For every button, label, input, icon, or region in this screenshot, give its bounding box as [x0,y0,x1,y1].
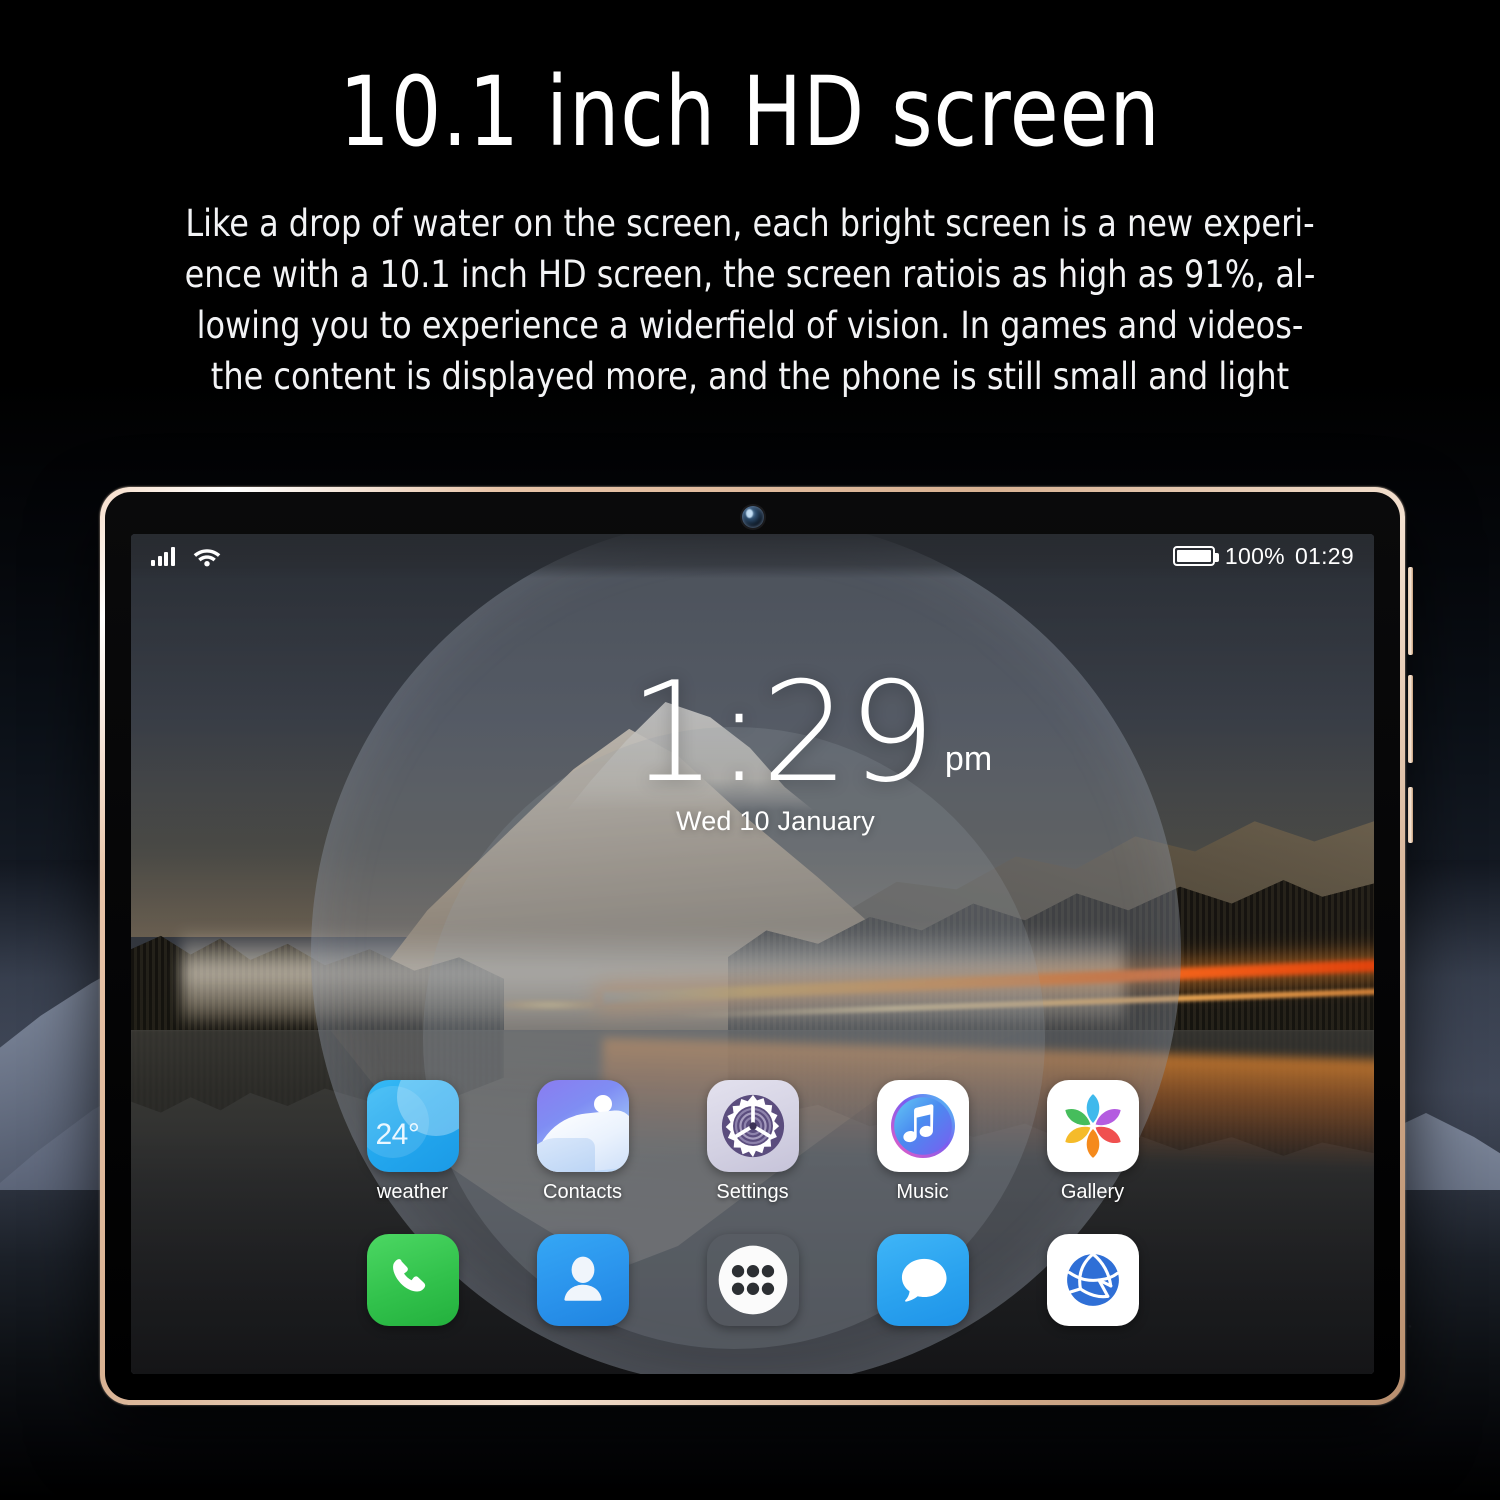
gear-icon[interactable] [706,1080,799,1172]
app-gallery[interactable]: Gallery [1046,1080,1139,1204]
app-settings[interactable]: Settings [706,1080,799,1204]
globe-icon[interactable] [1046,1234,1139,1326]
tablet-device: 100% 01:29 1:29 pm Wed 10 January 24° we… [100,487,1413,1405]
app-drawer-icon[interactable] [707,1234,799,1326]
clock-time: 1:29 [629,652,936,813]
description-line-1: Like a drop of water on the screen, each… [185,202,1315,245]
power-button[interactable] [1408,787,1413,843]
picture-icon[interactable] [536,1080,629,1172]
pinwheel-icon[interactable] [1046,1080,1139,1172]
dock-row: Phone Contacts [131,1234,1374,1326]
speech-bubble-icon[interactable] [876,1234,969,1326]
music-note-icon[interactable] [876,1080,969,1172]
clock-date: Wed 10 January [676,805,875,836]
clock-ampm: pm [944,739,993,778]
volume-down-button[interactable] [1408,675,1413,763]
description-line-3: lowing you to experience a widerfield of… [196,304,1304,347]
status-bar-clock: 01:29 [1294,542,1354,569]
app-contacts[interactable]: Contacts [536,1080,629,1204]
dock-app-phone[interactable]: Phone [366,1234,459,1326]
app-label: Music [896,1181,949,1203]
app-label: weather [376,1181,449,1203]
page-description: Like a drop of water on the screen, each… [40,198,1460,402]
app-music[interactable]: Music [876,1080,969,1204]
clock-row: 1:29 pm [131,652,1374,813]
weather-temperature: 24° [375,1118,420,1151]
description-line-2: ence with a 10.1 inch HD screen, the scr… [184,253,1316,296]
app-weather[interactable]: 24° weather [366,1080,459,1204]
status-bar-left [151,545,222,567]
battery-percent-label: 100% [1224,542,1285,569]
dock-app-contacts[interactable]: Contacts [536,1234,629,1326]
page-title: 10.1 inch HD screen [339,56,1161,168]
front-camera-icon [741,506,764,528]
description-line-4: the content is displayed more, and the p… [210,355,1290,398]
dock-app-browser[interactable]: Browser [1046,1234,1139,1326]
battery-full-icon [1172,546,1219,566]
signal-bars-icon [151,546,175,566]
weather-icon[interactable]: 24° [366,1080,459,1172]
app-label: Contacts [543,1181,622,1203]
device-bezel: 100% 01:29 1:29 pm Wed 10 January 24° we… [105,492,1400,1400]
wifi-icon [192,545,222,567]
status-bar-right: 100% 01:29 [1172,542,1354,570]
volume-up-button[interactable] [1408,567,1413,655]
dock-app-messages[interactable]: Messages [876,1234,969,1326]
lockscreen-clock: 1:29 pm Wed 10 January [131,652,1374,837]
dock-app-drawer[interactable]: Apps [707,1234,799,1326]
status-bar: 100% 01:29 [131,534,1374,578]
app-label: Gallery [1060,1181,1125,1203]
person-icon[interactable] [536,1234,629,1326]
phone-handset-icon[interactable] [366,1234,459,1326]
home-app-row: 24° weather Contacts Settings Music Gall… [131,1080,1374,1204]
app-label: Settings [716,1181,789,1203]
device-screen[interactable]: 100% 01:29 1:29 pm Wed 10 January 24° we… [131,534,1374,1374]
